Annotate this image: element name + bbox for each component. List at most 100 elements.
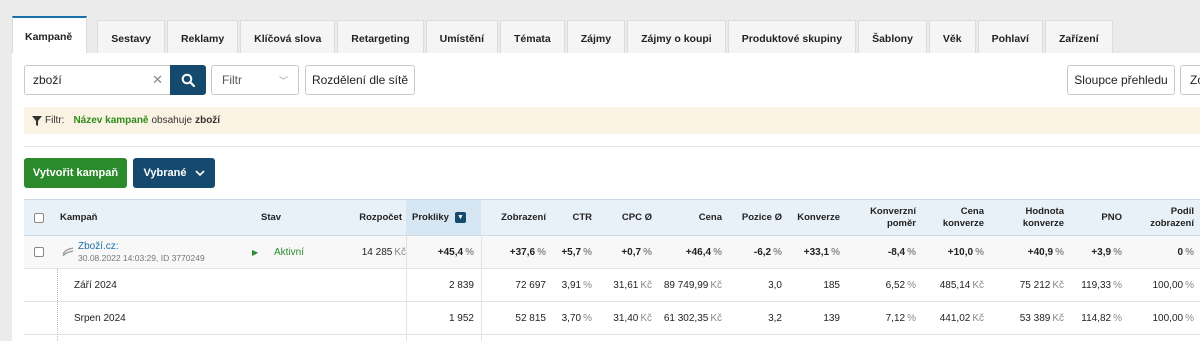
search-value: zboží bbox=[33, 73, 62, 87]
conv-rate-value: 7,12% bbox=[885, 312, 916, 324]
table-header: Kampaň Stav Rozpočet Prokliky ▼ Zobrazen… bbox=[24, 199, 1200, 236]
impressions-delta: +37,6% bbox=[509, 246, 546, 258]
imp-share-value: 100,00% bbox=[1152, 312, 1195, 324]
funnel-icon bbox=[32, 115, 42, 126]
col-ctr[interactable]: CTR bbox=[550, 200, 592, 235]
filter-select[interactable]: Filtr ﹀ bbox=[211, 65, 299, 95]
truncated-button[interactable]: Zo bbox=[1180, 65, 1200, 95]
col-budget[interactable]: Rozpočet bbox=[344, 200, 402, 235]
col-pno[interactable]: PNO bbox=[1068, 200, 1122, 235]
clicks-value: 1 952 bbox=[448, 312, 474, 324]
campaign-name-link[interactable]: Zboží.cz: bbox=[78, 241, 119, 253]
conv-value-value: 53 389 Kč bbox=[1019, 312, 1064, 324]
chevron-down-icon: ﹀ bbox=[278, 75, 288, 86]
search-icon bbox=[181, 73, 195, 87]
tab-zarizeni[interactable]: Zařízení bbox=[1044, 20, 1113, 57]
clicks-delta: +45,4% bbox=[437, 246, 474, 258]
table-row: Srpen 2024 1 952 52 815 3,70% 31,40 Kč 61… bbox=[24, 302, 1200, 335]
campaign-type-icon bbox=[62, 236, 76, 268]
filter-operator: obsahuje bbox=[151, 115, 193, 126]
col-cpc[interactable]: CPC Ø bbox=[596, 200, 652, 235]
cost-value: 89 749,99 Kč bbox=[663, 279, 722, 291]
create-campaign-button[interactable]: Vytvořit kampaň bbox=[24, 158, 127, 188]
conv-rate-value: 6,52% bbox=[885, 279, 916, 291]
campaign-name-cell: Zboží.cz: 30.08.2022 14:03:29, ID 377024… bbox=[78, 236, 238, 268]
tab-vek[interactable]: Věk bbox=[928, 20, 976, 57]
col-clicks[interactable]: Prokliky ▼ bbox=[406, 200, 481, 235]
position-delta: -6,2% bbox=[753, 246, 782, 258]
campaign-table: Kampaň Stav Rozpočet Prokliky ▼ Zobrazen… bbox=[24, 199, 1200, 341]
tab-bar: Kampaně Sestavy Reklamy Klíčová slova Re… bbox=[12, 16, 1115, 57]
expand-arrow-icon[interactable]: ▶ bbox=[252, 236, 262, 268]
col-impression-share[interactable]: Podíl zobrazení bbox=[1126, 200, 1194, 235]
impressions-value: 72 697 bbox=[515, 279, 546, 291]
clear-icon[interactable]: ✕ bbox=[152, 72, 163, 88]
network-split-button[interactable]: Rozdělení dle sítě bbox=[305, 65, 415, 95]
ctr-value: 3,91% bbox=[561, 279, 592, 291]
imp-share-delta: 0% bbox=[1177, 246, 1194, 258]
select-all-checkbox[interactable] bbox=[34, 200, 48, 235]
conv-cost-value: 485,14 Kč bbox=[939, 279, 984, 291]
columns-button[interactable]: Sloupce přehledu bbox=[1067, 65, 1175, 95]
tab-umisteni[interactable]: Umístění bbox=[425, 20, 498, 57]
tab-klicova-slova[interactable]: Klíčová slova bbox=[240, 20, 336, 57]
conv-cost-value: 441,02 Kč bbox=[939, 312, 984, 324]
imp-share-value: 100,00% bbox=[1152, 279, 1195, 291]
divider bbox=[24, 146, 1200, 147]
filter-field[interactable]: Název kampaně bbox=[73, 115, 148, 126]
column-divider bbox=[406, 236, 407, 341]
tab-retargeting[interactable]: Retargeting bbox=[337, 20, 424, 57]
search-button[interactable] bbox=[170, 65, 206, 95]
search-input[interactable]: zboží ✕ bbox=[24, 65, 170, 95]
ctr-delta: +5,7% bbox=[561, 246, 592, 258]
impressions-value: 52 815 bbox=[515, 312, 546, 324]
content-panel: zboží ✕ Filtr ﹀ Rozdělení dle sítě Sloup… bbox=[12, 53, 1200, 341]
conversions-value: 185 bbox=[823, 279, 840, 291]
col-position[interactable]: Pozice Ø bbox=[726, 200, 782, 235]
col-cost[interactable]: Cena bbox=[656, 200, 722, 235]
pno-delta: +3,9% bbox=[1091, 246, 1122, 258]
cost-delta: +46,4% bbox=[685, 246, 722, 258]
conv-cost-delta: +10,0% bbox=[947, 246, 984, 258]
col-campaign[interactable]: Kampaň bbox=[60, 200, 180, 235]
sort-desc-icon[interactable]: ▼ bbox=[454, 212, 466, 223]
budget-value[interactable]: 14 285 Kč bbox=[344, 236, 406, 268]
clicks-value: 2 839 bbox=[448, 279, 474, 291]
cpc-delta: +0,7% bbox=[621, 246, 652, 258]
conv-rate-delta: -8,4% bbox=[887, 246, 916, 258]
tab-produktove-skupiny[interactable]: Produktové skupiny bbox=[727, 20, 857, 57]
conv-value-value: 75 212 Kč bbox=[1019, 279, 1064, 291]
tab-temata[interactable]: Témata bbox=[499, 20, 565, 57]
col-impressions[interactable]: Zobrazení bbox=[484, 200, 546, 235]
conversions-delta: +33,1% bbox=[803, 246, 840, 258]
selected-label: Vybrané bbox=[143, 167, 187, 179]
col-conv-rate[interactable]: Konverzní poměr bbox=[844, 200, 916, 235]
active-filter-banner: Filtr: Název kampaně obsahuje zboží bbox=[24, 107, 1200, 134]
filter-prefix: Filtr: bbox=[45, 115, 65, 126]
col-conversions[interactable]: Konverze bbox=[786, 200, 840, 235]
tab-kampane[interactable]: Kampaně bbox=[12, 16, 88, 56]
tab-zajmy[interactable]: Zájmy bbox=[566, 20, 626, 57]
col-clicks-label: Prokliky bbox=[412, 212, 449, 223]
position-value: 3,0 bbox=[768, 279, 782, 291]
tree-connector bbox=[57, 269, 58, 341]
col-conv-cost[interactable]: Cena konverze bbox=[920, 200, 984, 235]
tab-reklamy[interactable]: Reklamy bbox=[166, 20, 239, 57]
column-divider bbox=[481, 236, 482, 341]
filter-select-label: Filtr bbox=[222, 73, 242, 87]
tab-sestavy[interactable]: Sestavy bbox=[97, 20, 165, 57]
row-checkbox[interactable] bbox=[34, 236, 48, 268]
conversions-value: 139 bbox=[823, 312, 840, 324]
campaign-row[interactable]: Zboží.cz: 30.08.2022 14:03:29, ID 377024… bbox=[24, 236, 1200, 269]
tab-zajmy-o-koupi[interactable]: Zájmy o koupi bbox=[627, 20, 726, 57]
selected-actions-button[interactable]: Vybrané bbox=[133, 158, 215, 188]
tab-sablony[interactable]: Šablony bbox=[858, 20, 927, 57]
col-status[interactable]: Stav bbox=[261, 200, 321, 235]
col-conv-value[interactable]: Hodnota konverze bbox=[988, 200, 1064, 235]
tab-pohlavi[interactable]: Pohlaví bbox=[977, 20, 1043, 57]
chevron-down-icon bbox=[194, 170, 205, 176]
campaign-meta: 30.08.2022 14:03:29, ID 3770249 bbox=[78, 252, 205, 263]
month-label: Září 2024 bbox=[74, 279, 117, 291]
status-badge: Aktivní bbox=[274, 246, 305, 258]
ctr-value: 3,70% bbox=[561, 312, 592, 324]
